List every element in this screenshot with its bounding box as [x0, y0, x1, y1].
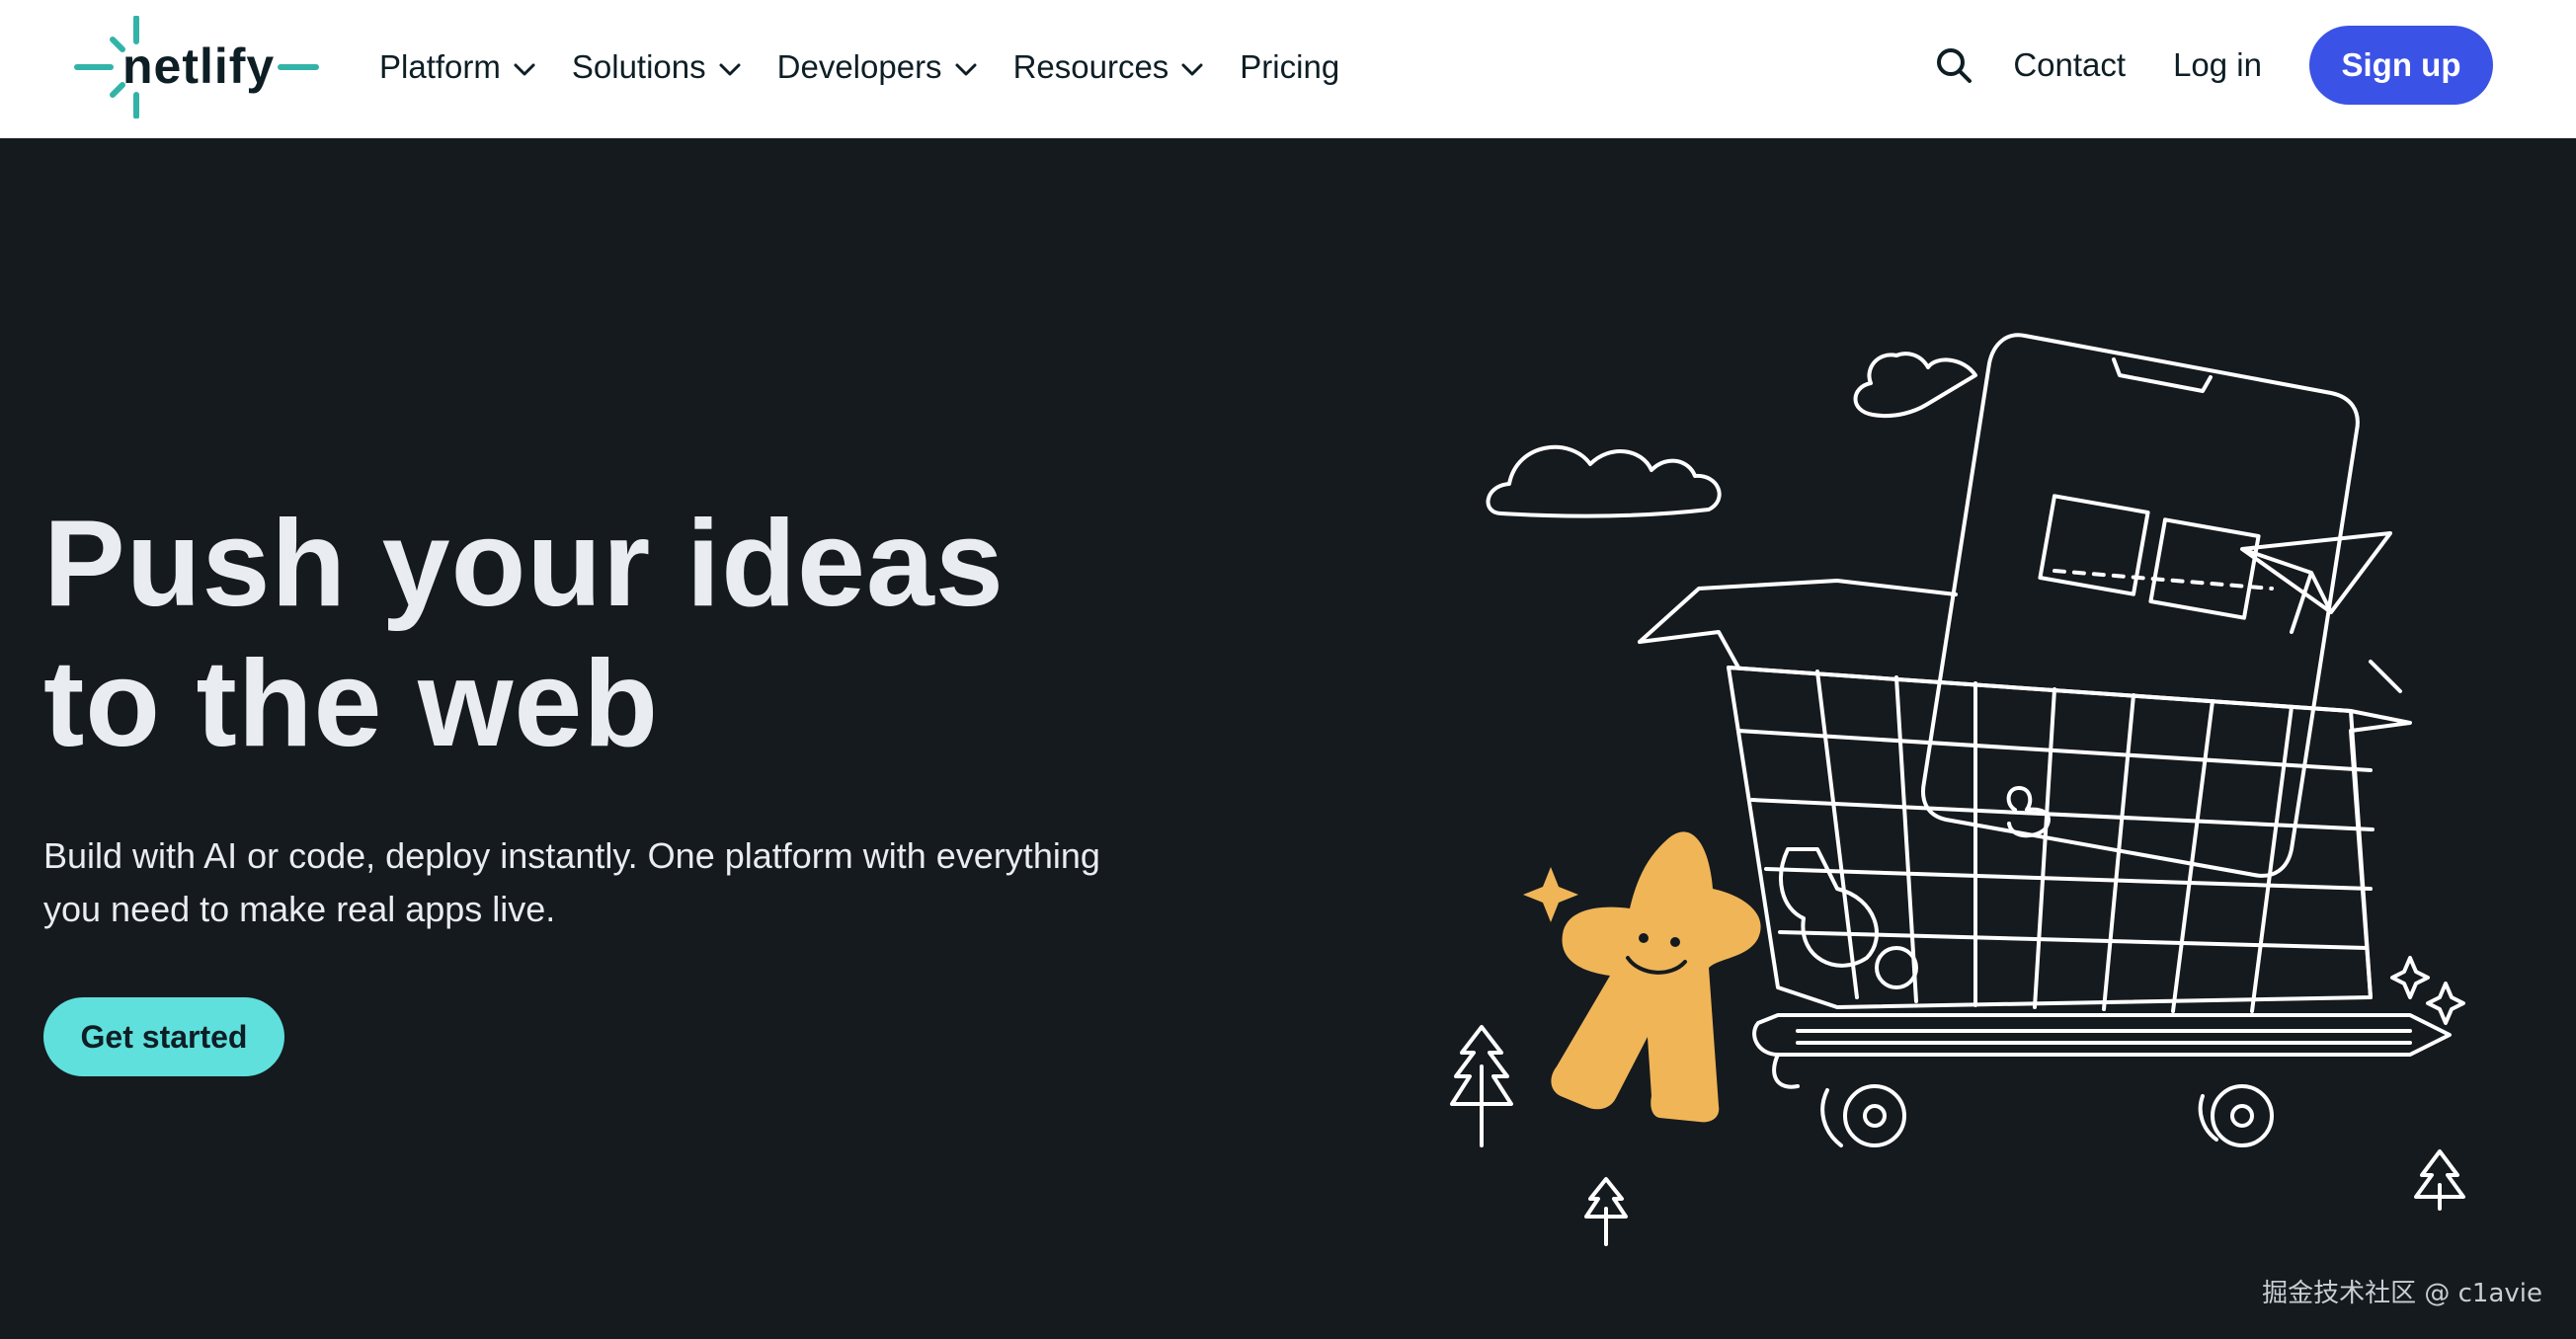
hero-illustration [1450, 333, 2465, 1246]
hero-subtitle-line-2: you need to make real apps live. [43, 889, 556, 929]
site-header: netlify Platform Solutions Developers Re… [0, 0, 2576, 138]
cloud-icon [1486, 444, 1722, 518]
nav-label: Resources [1012, 48, 1169, 85]
get-started-button[interactable]: Get started [43, 997, 284, 1076]
search-button[interactable] [1924, 36, 1983, 95]
paper-plane-icon [2240, 531, 2392, 634]
tree-icon [1584, 1177, 1628, 1246]
hero-subtitle-line-1: Build with AI or code, deploy instantly.… [43, 835, 1100, 876]
nav-pricing[interactable]: Pricing [1240, 38, 1339, 97]
hero-subtitle: Build with AI or code, deploy instantly.… [43, 829, 1229, 936]
tree-icon [2414, 1149, 2465, 1211]
watermark: 掘金技术社区 @ c1avie [2262, 1279, 2542, 1308]
chevron-down-icon [954, 48, 978, 86]
main-nav: Platform Solutions Developers Resources … [379, 38, 1375, 97]
nav-resources[interactable]: Resources [1013, 38, 1205, 97]
contact-link[interactable]: Contact [2013, 46, 2126, 84]
tree-icon [1450, 1025, 1513, 1147]
hero-title-line-2: to the web [43, 636, 660, 772]
nav-label: Platform [379, 48, 501, 85]
signup-button[interactable]: Sign up [2309, 26, 2493, 105]
cloud-icon [1853, 352, 1977, 418]
phone-icon [1921, 333, 2360, 878]
sparkle-icon [2390, 956, 2430, 999]
mascot-icon [1551, 831, 1761, 1123]
logo-wordmark: netlify [122, 39, 276, 94]
chevron-down-icon [1180, 48, 1204, 86]
sparkle-icon [1523, 867, 1578, 922]
nav-developers[interactable]: Developers [777, 38, 978, 97]
chevron-down-icon [718, 48, 742, 86]
sparkle-icon [2426, 982, 2465, 1025]
chevron-down-icon [513, 48, 536, 86]
nav-solutions[interactable]: Solutions [572, 38, 742, 97]
nav-platform[interactable]: Platform [379, 38, 536, 97]
nav-label: Pricing [1240, 48, 1340, 85]
hero-title-line-1: Push your ideas [43, 496, 1005, 632]
nav-label: Developers [776, 48, 942, 85]
hero-title: Push your ideas to the web [43, 494, 1130, 774]
netlify-logo[interactable]: netlify [73, 16, 322, 118]
search-icon [1937, 48, 1972, 83]
cart-icon [1727, 666, 2412, 1009]
header-actions: Contact Log in Sign up [1924, 26, 2493, 105]
nav-label: Solutions [571, 48, 706, 85]
login-link[interactable]: Log in [2173, 46, 2262, 84]
